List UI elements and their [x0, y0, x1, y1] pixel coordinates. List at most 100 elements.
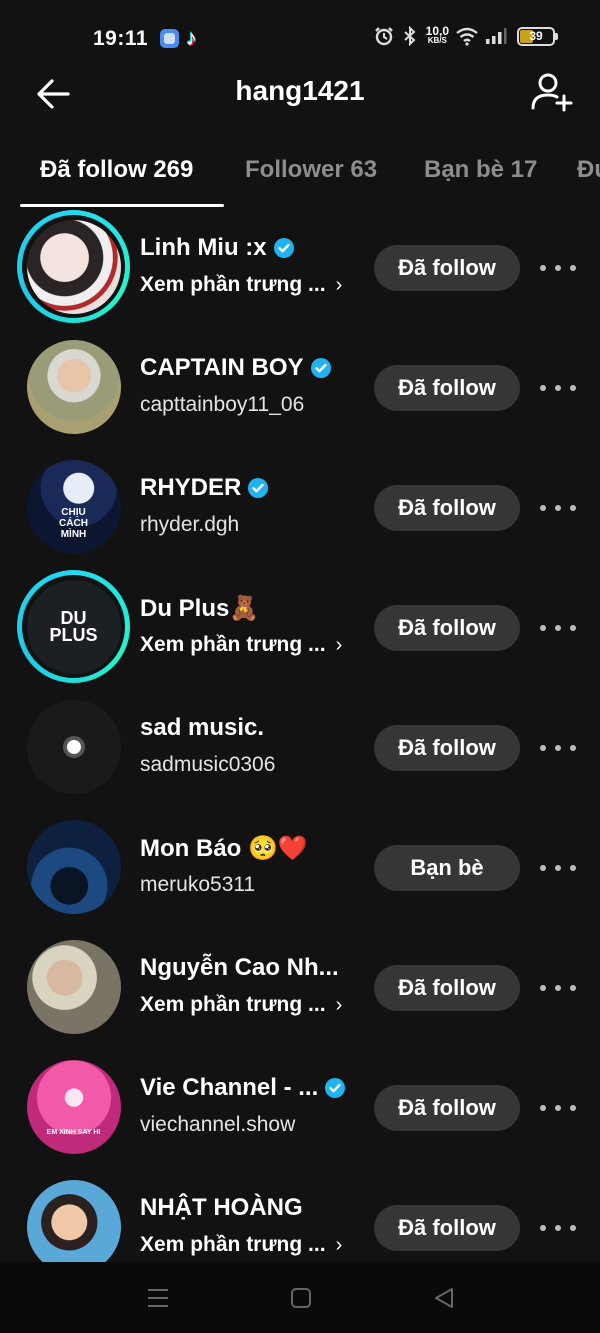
chevron-right-icon: › — [335, 1233, 343, 1256]
user-name-line: Linh Miu :x — [140, 234, 294, 262]
showcase-link-label: Xem phần trưng ... — [140, 633, 326, 656]
menu-icon[interactable] — [142, 1282, 174, 1314]
chevron-right-icon: › — [335, 993, 343, 1016]
user-row[interactable]: CAPTAIN BOY capttainboy11_06 Đã follow — [0, 327, 600, 447]
battery-level: 39 — [529, 28, 543, 43]
status-bar: 19:11 ♪ 10,0 KB/S 39 — [0, 0, 600, 76]
user-name-line: Du Plus🧸 — [140, 594, 259, 623]
showcase-link-label: Xem phần trưng ... — [140, 1233, 326, 1256]
username-line: meruko5311 — [140, 873, 255, 897]
system-nav-bar — [0, 1262, 600, 1333]
wifi-icon — [456, 27, 478, 46]
more-options-icon[interactable] — [538, 613, 578, 643]
following-list: Linh Miu :x Xem phần trưng ... › Đã follow C… — [0, 207, 600, 1262]
user-row[interactable]: Mon Báo 🥺❤️ meruko5311 Bạn bè — [0, 807, 600, 927]
more-options-icon[interactable] — [538, 253, 578, 283]
showcase-link-label: Xem phần trưng ... — [140, 273, 326, 296]
username-line: capttainboy11_06 — [140, 393, 304, 417]
following-button[interactable]: Đã follow — [374, 1205, 520, 1251]
following-button[interactable]: Đã follow — [374, 245, 520, 291]
user-name: sad music. — [140, 714, 265, 741]
avatar-container[interactable]: CHỊU CÁCH MÌNH — [17, 450, 130, 563]
status-time: 19:11 — [93, 27, 149, 50]
user-handle: sadmusic0306 — [140, 753, 276, 776]
friends-button[interactable]: Bạn bè — [374, 845, 520, 891]
following-button[interactable]: Đã follow — [374, 1085, 520, 1131]
nav-back-icon[interactable] — [428, 1282, 460, 1314]
following-button[interactable]: Đã follow — [374, 965, 520, 1011]
network-speed: 10,0 KB/S — [425, 24, 449, 45]
avatar-container[interactable] — [17, 810, 130, 923]
showcase-link[interactable]: Xem phần trưng ... › — [140, 993, 342, 1017]
user-name-line: Vie Channel - ... — [140, 1074, 346, 1102]
avatar-container[interactable] — [17, 930, 130, 1043]
avatar — [26, 819, 121, 914]
page-title: hang1421 — [235, 75, 365, 106]
user-name-line: sad music. — [140, 714, 264, 742]
following-button[interactable]: Đã follow — [374, 605, 520, 651]
user-row[interactable]: Linh Miu :x Xem phần trưng ... › Đã follow — [0, 207, 600, 327]
following-button[interactable]: Đã follow — [374, 725, 520, 771]
tiktok-notification-icon: ♪ — [186, 25, 197, 50]
user-row[interactable]: Nguyễn Cao Nh... Xem phần trưng ... › Đã fo… — [0, 927, 600, 1047]
more-options-icon[interactable] — [538, 733, 578, 763]
bluetooth-icon — [403, 26, 416, 46]
more-options-icon[interactable] — [538, 373, 578, 403]
avatar-container[interactable] — [17, 690, 130, 803]
user-row[interactable]: sad music. sadmusic0306 Đã follow — [0, 687, 600, 807]
avatar-story-ring[interactable]: DU PLUS — [17, 570, 130, 683]
user-name-line: NHẬT HOÀNG — [140, 1194, 303, 1222]
user-name: Vie Channel - ... — [140, 1074, 319, 1101]
username-line: viechannel.show — [140, 1113, 295, 1137]
user-row[interactable]: NHẬT HOÀNG Xem phần trưng ... › Đã follow — [0, 1167, 600, 1262]
showcase-link[interactable]: Xem phần trưng ... › — [140, 1233, 342, 1257]
user-row[interactable]: EM XINH SAY HI Vie Channel - ... viechanne… — [0, 1047, 600, 1167]
user-handle: capttainboy11_06 — [140, 393, 305, 416]
showcase-link[interactable]: Xem phần trưng ... › — [140, 633, 342, 657]
alarm-icon — [374, 27, 393, 46]
tab-friends[interactable]: Bạn bè 17 — [424, 156, 537, 184]
avatar — [26, 939, 121, 1034]
tab-partial[interactable]: Đu — [577, 156, 600, 184]
avatar-container[interactable] — [17, 1170, 130, 1262]
avatar: DU PLUS — [26, 579, 121, 674]
user-handle: rhyder.dgh — [140, 513, 240, 536]
user-name-line: Nguyễn Cao Nh... — [140, 954, 339, 982]
avatar-container[interactable]: EM XINH SAY HI — [17, 1050, 130, 1163]
user-name: CAPTAIN BOY — [140, 354, 304, 381]
home-square-icon[interactable] — [285, 1282, 317, 1314]
avatar-text: CHỊU CÁCH MÌNH — [59, 506, 88, 540]
avatar-text: EM XINH SAY HI — [46, 1128, 101, 1136]
user-name: RHYDER — [140, 474, 242, 501]
user-row[interactable]: CHỊU CÁCH MÌNH RHYDER rhyder.dgh Đã follow — [0, 447, 600, 567]
avatar-text: DU PLUS — [49, 607, 98, 645]
more-options-icon[interactable] — [538, 493, 578, 523]
showcase-link-label: Xem phần trưng ... — [140, 993, 326, 1016]
tab-followers[interactable]: Follower 63 — [245, 156, 377, 184]
more-options-icon[interactable] — [538, 1213, 578, 1243]
following-button[interactable]: Đã follow — [374, 485, 520, 531]
avatar — [26, 699, 121, 794]
chevron-right-icon: › — [335, 273, 343, 296]
more-options-icon[interactable] — [538, 853, 578, 883]
showcase-link[interactable]: Xem phần trưng ... › — [140, 273, 342, 297]
avatar: CHỊU CÁCH MÌNH — [26, 459, 121, 554]
following-button[interactable]: Đã follow — [374, 365, 520, 411]
header: hang1421 — [0, 66, 600, 120]
tab-following[interactable]: Đã follow 269 — [40, 156, 193, 184]
tab-bar: Đã follow 269 Follower 63 Bạn bè 17 Đu — [0, 150, 600, 208]
user-name: NHẬT HOÀNG — [140, 1194, 303, 1221]
verified-badge-icon — [273, 238, 294, 258]
battery-icon: 39 — [517, 26, 558, 46]
avatar-container[interactable] — [17, 330, 130, 443]
avatar-story-ring[interactable] — [17, 210, 130, 323]
more-options-icon[interactable] — [538, 1093, 578, 1123]
user-handle: meruko5311 — [140, 873, 256, 896]
more-options-icon[interactable] — [538, 973, 578, 1003]
verified-badge-icon — [310, 358, 331, 378]
user-name: Du Plus🧸 — [140, 595, 260, 622]
username-line: rhyder.dgh — [140, 513, 239, 537]
user-row[interactable]: DU PLUS Du Plus🧸 Xem phần trưng ... › Đã fol… — [0, 567, 600, 687]
user-name: Linh Miu :x — [140, 234, 267, 261]
add-user-icon[interactable] — [530, 70, 574, 114]
